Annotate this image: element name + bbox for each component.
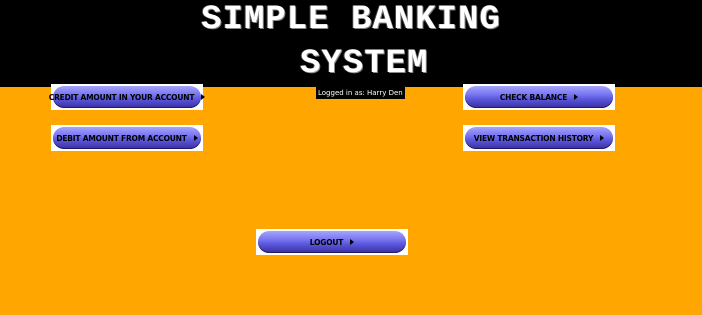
balance-button-frame: Check Balance [463,84,615,110]
arrow-right-icon [193,135,198,141]
app-title: SIMPLE BANKING SYSTEM [0,0,702,87]
header-bar: SIMPLE BANKING SYSTEM [0,0,702,87]
credit-amount-label: Credit amount in your account [48,92,195,102]
transaction-history-label: View Transaction History [473,133,594,143]
logout-label: Logout [309,237,344,247]
check-balance-label: Check Balance [499,92,568,102]
credit-button-frame: Credit amount in your account [49,84,206,110]
history-button-frame: View Transaction History [463,125,615,151]
check-balance-button[interactable]: Check Balance [465,86,613,108]
debit-amount-button[interactable]: Debit amount from account [53,127,201,149]
arrow-right-icon [350,239,355,245]
logged-in-status: Logged in as: Harry Den [316,87,405,99]
arrow-right-icon [201,94,206,100]
credit-amount-button[interactable]: Credit amount in your account [49,86,206,108]
logout-button-frame: Logout [256,229,408,255]
logout-button[interactable]: Logout [258,231,406,253]
title-line-2: SYSTEM [300,45,429,83]
debit-amount-label: Debit amount from account [56,133,187,143]
arrow-right-icon [600,135,605,141]
debit-button-frame: Debit amount from account [51,125,203,151]
title-line-1: SIMPLE BANKING [201,1,501,39]
transaction-history-button[interactable]: View Transaction History [465,127,613,149]
arrow-right-icon [574,94,579,100]
